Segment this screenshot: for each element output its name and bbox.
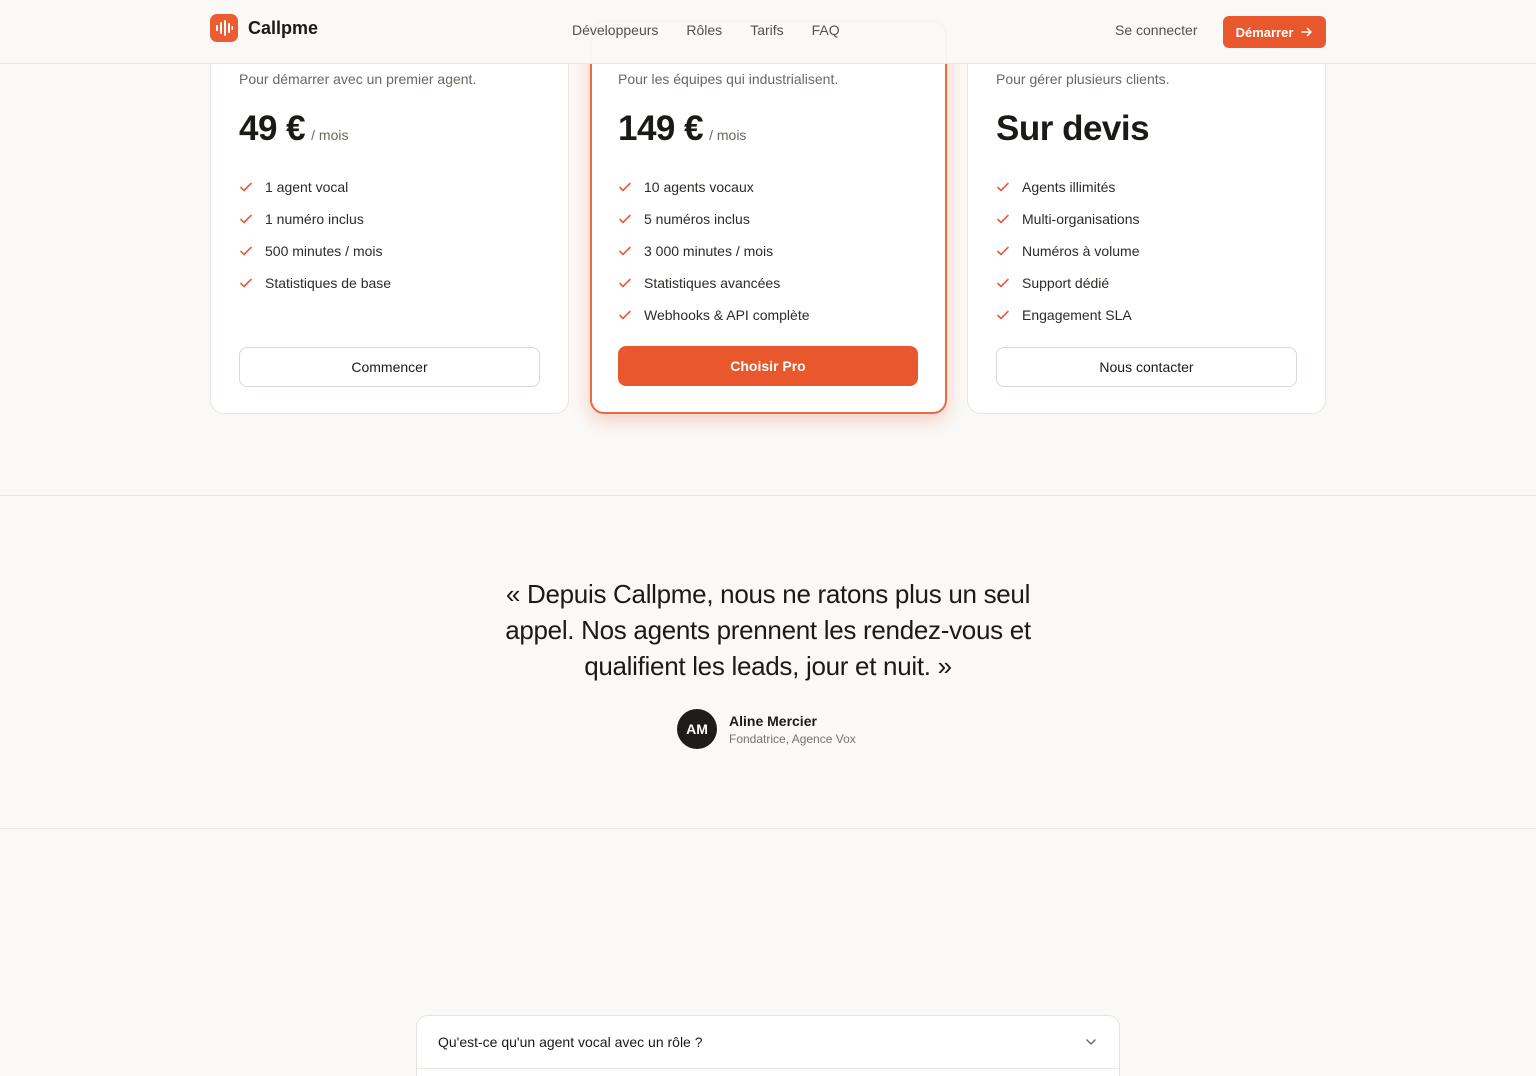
plan-card-starter: Pour démarrer avec un premier agent. 49 … xyxy=(210,20,569,414)
brand-logo[interactable]: Callpme xyxy=(210,14,318,42)
plan-price: 49 € xyxy=(239,109,306,148)
choose-pro-button[interactable]: Choisir Pro xyxy=(618,346,918,386)
arrow-right-icon xyxy=(1301,27,1313,37)
chevron-down-icon xyxy=(1086,1039,1096,1045)
check-icon xyxy=(619,310,631,320)
pricing-section: Pour démarrer avec un premier agent. 49 … xyxy=(0,0,1536,495)
feature-item: 5 numéros inclus xyxy=(618,203,810,235)
sound-wave-icon xyxy=(210,14,238,42)
feature-item: Webhooks & API complète xyxy=(618,299,810,331)
author-info: Aline Mercier Fondatrice, Agence Vox xyxy=(729,713,856,746)
plan-card-pro: Pour les équipes qui industrialisent. 14… xyxy=(590,20,947,414)
feature-item: Multi-organisations xyxy=(996,203,1140,235)
feature-label: Numéros à volume xyxy=(1022,243,1140,259)
feature-label: Engagement SLA xyxy=(1022,307,1132,323)
plan-price-row: 149 € / mois xyxy=(618,109,746,149)
faq-item[interactable]: Qu'est-ce qu'un agent vocal avec un rôle… xyxy=(417,1016,1119,1069)
feature-item: 10 agents vocaux xyxy=(618,171,810,203)
start-button[interactable]: Démarrer xyxy=(1223,16,1326,48)
check-icon xyxy=(240,246,252,256)
login-link[interactable]: Se connecter xyxy=(1115,22,1198,38)
faq-list: Qu'est-ce qu'un agent vocal avec un rôle… xyxy=(416,1015,1120,1076)
start-button-label: Démarrer xyxy=(1235,24,1294,40)
check-icon xyxy=(619,278,631,288)
testimonial-quote: « Depuis Callpme, nous ne ratons plus un… xyxy=(505,579,1031,681)
nav-faq[interactable]: FAQ xyxy=(812,22,840,38)
plan-price-row: Sur devis xyxy=(996,109,1150,149)
feature-label: 10 agents vocaux xyxy=(644,179,754,195)
feature-label: 1 agent vocal xyxy=(265,179,349,195)
plan-features: 10 agents vocaux 5 numéros inclus 3 000 … xyxy=(618,171,810,331)
check-icon xyxy=(619,246,631,256)
feature-label: Support dédié xyxy=(1022,275,1110,291)
feature-item: Agents illimités xyxy=(996,171,1140,203)
check-icon xyxy=(997,278,1009,288)
testimonial-author: AM Aline Mercier Fondatrice, Agence Vox xyxy=(677,709,856,749)
main-nav: Développeurs Rôles Tarifs FAQ xyxy=(572,22,840,38)
testimonial-section: « Depuis Callpme, nous ne ratons plus un… xyxy=(0,495,1536,829)
feature-item: Statistiques de base xyxy=(239,267,391,299)
plan-tagline: Pour les équipes qui industrialisent. xyxy=(618,71,839,87)
feature-item: 500 minutes / mois xyxy=(239,235,391,267)
check-icon xyxy=(997,310,1009,320)
check-icon xyxy=(240,182,252,192)
plan-tagline: Pour gérer plusieurs clients. xyxy=(996,71,1170,87)
start-plan-button[interactable]: Commencer xyxy=(239,347,540,387)
check-icon xyxy=(997,182,1009,192)
plan-price: 149 € xyxy=(618,109,704,148)
faq-question: Qu'est-ce qu'un agent vocal avec un rôle… xyxy=(438,1034,703,1050)
plan-features: 1 agent vocal 1 numéro inclus 500 minute… xyxy=(239,171,391,299)
nav-roles[interactable]: Rôles xyxy=(686,22,722,38)
site-header: Callpme Développeurs Rôles Tarifs FAQ Se… xyxy=(0,0,1536,64)
nav-developers[interactable]: Développeurs xyxy=(572,22,658,38)
plan-card-enterprise: Pour gérer plusieurs clients. Sur devis … xyxy=(967,20,1326,414)
plan-features: Agents illimités Multi-organisations Num… xyxy=(996,171,1140,331)
check-icon xyxy=(619,214,631,224)
feature-label: Statistiques avancées xyxy=(644,275,781,291)
check-icon xyxy=(997,214,1009,224)
check-icon xyxy=(997,246,1009,256)
feature-item: Numéros à volume xyxy=(996,235,1140,267)
feature-label: Multi-organisations xyxy=(1022,211,1140,227)
author-role: Fondatrice, Agence Vox xyxy=(729,731,856,746)
feature-label: 5 numéros inclus xyxy=(644,211,750,227)
avatar: AM xyxy=(677,709,717,749)
check-icon xyxy=(240,214,252,224)
feature-item: 3 000 minutes / mois xyxy=(618,235,810,267)
feature-label: Agents illimités xyxy=(1022,179,1116,195)
plan-price-row: 49 € / mois xyxy=(239,109,348,149)
feature-item: 1 numéro inclus xyxy=(239,203,391,235)
check-icon xyxy=(240,278,252,288)
feature-label: Statistiques de base xyxy=(265,275,392,291)
feature-label: 500 minutes / mois xyxy=(265,243,383,259)
plan-price: Sur devis xyxy=(996,109,1150,148)
author-name: Aline Mercier xyxy=(729,712,817,729)
plan-period: / mois xyxy=(709,127,747,143)
feature-label: 1 numéro inclus xyxy=(265,211,364,227)
contact-us-button[interactable]: Nous contacter xyxy=(996,347,1297,387)
feature-item: Statistiques avancées xyxy=(618,267,810,299)
feature-item: Support dédié xyxy=(996,267,1140,299)
nav-pricing[interactable]: Tarifs xyxy=(750,22,783,38)
check-icon xyxy=(619,182,631,192)
plan-tagline: Pour démarrer avec un premier agent. xyxy=(239,71,477,87)
feature-label: 3 000 minutes / mois xyxy=(644,243,774,259)
brand-name: Callpme xyxy=(248,17,319,38)
feature-label: Webhooks & API complète xyxy=(644,307,810,323)
feature-item: Engagement SLA xyxy=(996,299,1140,331)
feature-item: 1 agent vocal xyxy=(239,171,391,203)
plan-period: / mois xyxy=(311,127,349,143)
